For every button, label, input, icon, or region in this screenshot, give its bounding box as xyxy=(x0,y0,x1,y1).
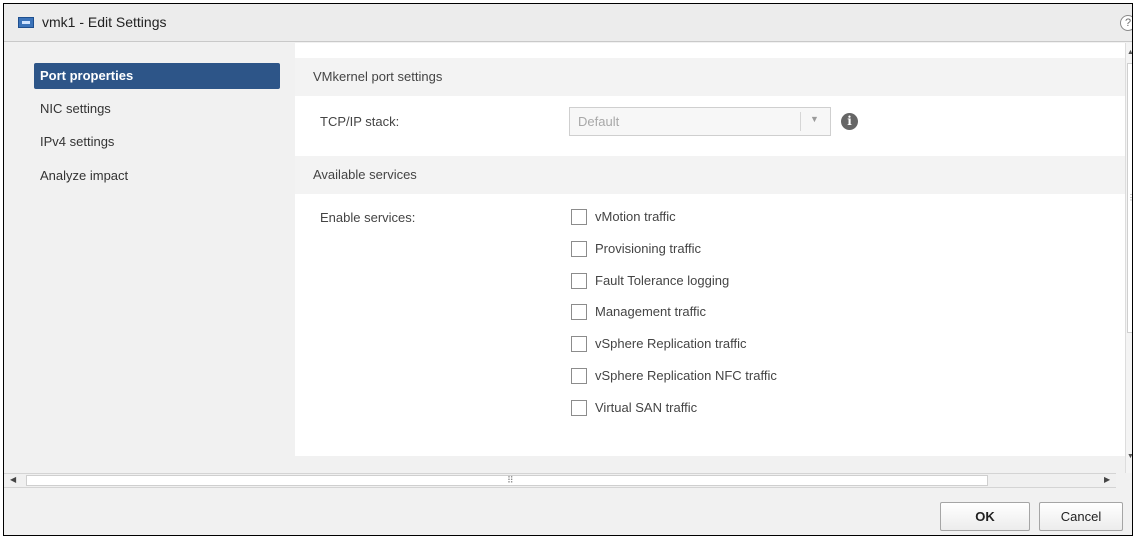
horizontal-scrollbar[interactable]: ◀ ⠿ ▶ xyxy=(4,473,1116,488)
checkbox-virtual-san[interactable] xyxy=(571,400,587,416)
cancel-button[interactable]: Cancel xyxy=(1039,502,1123,531)
edit-settings-dialog: vmk1 - Edit Settings ? Port properties N… xyxy=(3,3,1133,536)
info-icon[interactable]: i xyxy=(841,113,858,130)
service-label: vMotion traffic xyxy=(595,209,676,224)
section-header-port-settings: VMkernel port settings xyxy=(295,58,1125,96)
dialog-footer: OK Cancel xyxy=(4,489,1132,535)
scroll-right-icon[interactable]: ▶ xyxy=(1104,475,1110,484)
scroll-down-icon[interactable]: ▼ xyxy=(1127,453,1132,460)
scroll-up-icon[interactable]: ▲ xyxy=(1127,49,1132,56)
service-label: Virtual SAN traffic xyxy=(595,400,698,415)
tcpip-stack-select[interactable]: Default ▼ xyxy=(569,107,831,136)
chevron-down-icon: ▼ xyxy=(810,114,819,124)
main-content: VMkernel port settings TCP/IP stack: Def… xyxy=(295,43,1125,456)
checkbox-vsphere-replication-nfc[interactable] xyxy=(571,368,587,384)
service-label: vSphere Replication traffic xyxy=(595,336,747,351)
service-label: Provisioning traffic xyxy=(595,241,701,256)
scroll-grip-icon: ⋮ xyxy=(1127,193,1132,202)
vmkernel-adapter-icon xyxy=(18,17,34,28)
service-label: vSphere Replication NFC traffic xyxy=(595,368,777,383)
tcpip-stack-value: Default xyxy=(578,114,620,129)
service-label: Management traffic xyxy=(595,304,707,319)
checkbox-management[interactable] xyxy=(571,304,587,320)
sidebar-item-nic-settings[interactable]: NIC settings xyxy=(34,96,280,122)
vertical-scrollbar[interactable]: ▲ ⋮ ▼ xyxy=(1125,43,1132,473)
horizontal-scroll-thumb[interactable]: ⠿ xyxy=(26,475,988,486)
section-header-available-services: Available services xyxy=(295,156,1125,194)
sidebar-item-port-properties[interactable]: Port properties xyxy=(34,63,280,89)
sidebar: Port properties NIC settings IPv4 settin… xyxy=(4,43,294,456)
dialog-title: vmk1 - Edit Settings xyxy=(42,14,167,30)
help-icon[interactable]: ? xyxy=(1120,15,1132,31)
enable-services-label: Enable services: xyxy=(320,210,416,225)
title-bar: vmk1 - Edit Settings ? xyxy=(4,4,1132,42)
ok-button[interactable]: OK xyxy=(940,502,1030,531)
checkbox-fault-tolerance[interactable] xyxy=(571,273,587,289)
checkbox-provisioning[interactable] xyxy=(571,241,587,257)
service-label: Fault Tolerance logging xyxy=(595,273,730,288)
tcpip-stack-label: TCP/IP stack: xyxy=(320,114,400,129)
checkbox-vsphere-replication[interactable] xyxy=(571,336,587,352)
sidebar-item-ipv4-settings[interactable]: IPv4 settings xyxy=(34,129,280,155)
scroll-grip-icon: ⠿ xyxy=(507,475,514,485)
select-divider xyxy=(800,112,801,131)
sidebar-item-analyze-impact[interactable]: Analyze impact xyxy=(34,163,280,189)
checkbox-vmotion[interactable] xyxy=(571,209,587,225)
scroll-left-icon[interactable]: ◀ xyxy=(10,475,16,484)
